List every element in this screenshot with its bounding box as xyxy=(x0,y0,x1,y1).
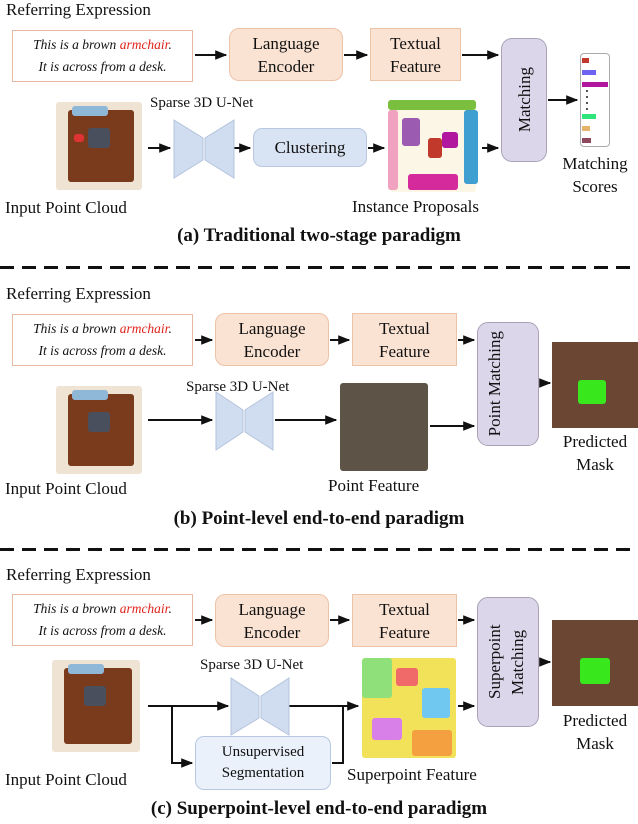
unet-decoder-shape-a xyxy=(204,119,235,179)
arrow-input-to-segmentation xyxy=(171,706,194,768)
connectors xyxy=(148,50,579,768)
unet-encoder-shape-a xyxy=(173,119,204,179)
unet-decoder-shape-b xyxy=(244,391,274,451)
segmentation-join-line xyxy=(332,706,344,764)
unet-decoder-shape-c xyxy=(260,677,290,736)
unet-encoder-shape-b xyxy=(215,391,244,451)
unet-encoder-shape-c xyxy=(230,677,260,736)
